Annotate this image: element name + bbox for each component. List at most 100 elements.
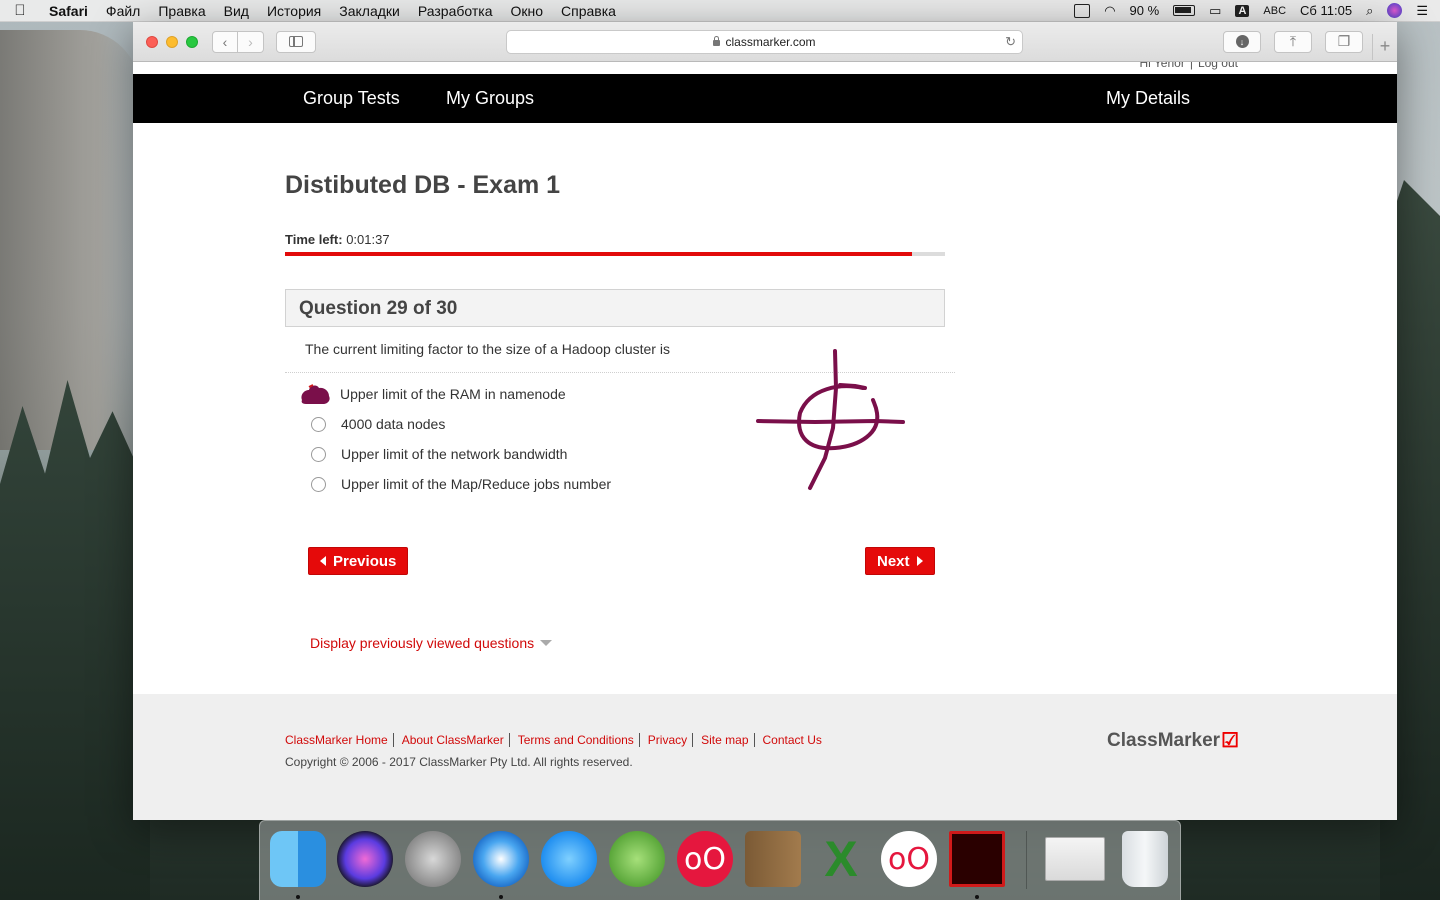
download-icon: ↓ bbox=[1235, 35, 1249, 48]
back-button[interactable]: ‹ bbox=[212, 30, 238, 53]
address-bar[interactable]: classmarker.com ↻ bbox=[506, 29, 1023, 54]
footer-link-privacy[interactable]: Privacy bbox=[648, 733, 694, 747]
spotlight-icon[interactable]: ⌕ bbox=[1366, 3, 1373, 19]
acrobat-icon[interactable] bbox=[949, 831, 1005, 887]
notification-center-icon[interactable]: ☰ bbox=[1416, 3, 1428, 19]
menu-file[interactable]: Файл bbox=[97, 3, 149, 19]
copyright: Copyright © 2006 - 2017 ClassMarker Pty … bbox=[285, 755, 633, 769]
sidebar-toggle-button[interactable] bbox=[276, 30, 316, 53]
menu-help[interactable]: Справка bbox=[552, 3, 625, 19]
running-indicator bbox=[296, 895, 300, 899]
apple-menu-icon[interactable]:  bbox=[0, 2, 40, 19]
caret-left-icon bbox=[320, 556, 326, 566]
finder-icon[interactable] bbox=[270, 831, 326, 887]
dock: oO X oO bbox=[259, 820, 1181, 900]
battery-percent[interactable]: 90 % bbox=[1130, 3, 1160, 18]
nav-group-tests[interactable]: Group Tests bbox=[303, 88, 400, 109]
downloads-button[interactable]: ↓ bbox=[1223, 30, 1261, 53]
next-label: Next bbox=[877, 552, 910, 570]
menu-bar:  Safari Файл Правка Вид История Закладк… bbox=[0, 0, 1440, 22]
user-greeting: Hi Yehor bbox=[1139, 62, 1185, 70]
footer: ClassMarker Home About ClassMarker Terms… bbox=[133, 694, 1397, 820]
crosshair-scribble bbox=[756, 349, 905, 490]
trash-icon[interactable] bbox=[1122, 831, 1168, 887]
footer-link-about[interactable]: About ClassMarker bbox=[402, 733, 510, 747]
oo-white-icon[interactable]: oO bbox=[881, 831, 937, 887]
footer-links: ClassMarker Home About ClassMarker Terms… bbox=[285, 733, 835, 747]
answer-option[interactable]: Upper limit of the RAM in namenode bbox=[299, 381, 719, 407]
logout-link[interactable]: Log out bbox=[1198, 62, 1238, 70]
time-progress-fill bbox=[285, 252, 912, 256]
footer-link-home[interactable]: ClassMarker Home bbox=[285, 733, 394, 747]
wifi-icon[interactable]: ◠ bbox=[1104, 3, 1115, 19]
menu-history[interactable]: История bbox=[258, 3, 330, 19]
share-button[interactable]: ⤒ bbox=[1274, 30, 1312, 53]
display-previous-questions-link[interactable]: Display previously viewed questions bbox=[310, 635, 553, 651]
time-left: Time left: 0:01:37 bbox=[285, 232, 390, 247]
tabs-overview-button[interactable]: ❐ bbox=[1325, 30, 1363, 53]
lock-icon bbox=[713, 35, 721, 46]
toolbar-right: ↓ ⤒ ❐ bbox=[1223, 30, 1363, 53]
nav-my-details[interactable]: My Details bbox=[1106, 88, 1190, 109]
minimize-window-button[interactable] bbox=[166, 35, 178, 48]
siri-icon[interactable] bbox=[1387, 3, 1403, 18]
question-header: Question 29 of 30 bbox=[285, 289, 945, 327]
time-left-label: Time left: bbox=[285, 232, 343, 247]
answer-option[interactable]: 4000 data nodes bbox=[299, 416, 719, 432]
oo-red-icon[interactable]: oO bbox=[677, 831, 733, 887]
messages-icon[interactable] bbox=[541, 831, 597, 887]
brand-name: ClassMarker bbox=[1107, 729, 1221, 751]
menu-window[interactable]: Окно bbox=[501, 3, 552, 19]
previous-label: Previous bbox=[333, 552, 397, 570]
answer-option[interactable]: Upper limit of the Map/Reduce jobs numbe… bbox=[299, 476, 719, 492]
selected-answer-icon[interactable] bbox=[299, 381, 331, 407]
answer-label: Upper limit of the RAM in namenode bbox=[340, 386, 566, 402]
launchpad-icon[interactable] bbox=[405, 831, 461, 887]
footer-link-sitemap[interactable]: Site map bbox=[701, 733, 755, 747]
time-progress-bar bbox=[285, 252, 945, 256]
safari-icon[interactable] bbox=[473, 831, 529, 887]
radio-button[interactable] bbox=[311, 476, 326, 492]
forward-button[interactable]: › bbox=[238, 30, 264, 53]
menu-bookmarks[interactable]: Закладки bbox=[330, 3, 409, 19]
question-text: The current limiting factor to the size … bbox=[305, 341, 670, 357]
siri-app-icon[interactable] bbox=[337, 831, 393, 887]
menu-app-name[interactable]: Safari bbox=[40, 3, 97, 19]
close-window-button[interactable] bbox=[146, 35, 158, 48]
footer-link-contact[interactable]: Contact Us bbox=[763, 733, 827, 747]
new-tab-button[interactable]: + bbox=[1372, 34, 1397, 60]
excel-icon[interactable]: X bbox=[813, 831, 869, 887]
sidebar-icon bbox=[289, 36, 303, 47]
input-source-icon[interactable]: A bbox=[1235, 4, 1250, 17]
screen-share-icon[interactable] bbox=[1074, 3, 1091, 18]
reload-icon[interactable]: ↻ bbox=[1005, 34, 1016, 50]
radio-button[interactable] bbox=[311, 446, 326, 462]
contacts-icon[interactable] bbox=[745, 831, 801, 887]
menu-develop[interactable]: Разработка bbox=[409, 3, 502, 19]
battery-icon[interactable] bbox=[1173, 5, 1196, 16]
classmarker-logo: ClassMarker ☑ bbox=[1107, 728, 1239, 753]
main-nav: Group Tests My Groups My Details bbox=[133, 74, 1397, 123]
running-indicator bbox=[975, 895, 979, 899]
url-text: classmarker.com bbox=[725, 34, 816, 49]
window-thumbnail[interactable] bbox=[1045, 837, 1105, 881]
dock-separator bbox=[1026, 831, 1027, 889]
zoom-window-button[interactable] bbox=[186, 35, 198, 48]
share-icon: ⤒ bbox=[1289, 33, 1297, 49]
answer-option[interactable]: Upper limit of the network bandwidth bbox=[299, 446, 719, 462]
menu-view[interactable]: Вид bbox=[215, 3, 258, 19]
chevron-right-icon: › bbox=[248, 33, 253, 50]
footer-link-terms[interactable]: Terms and Conditions bbox=[518, 733, 640, 747]
time-left-value: 0:01:37 bbox=[346, 232, 390, 247]
tabs-icon: ❐ bbox=[1337, 33, 1351, 49]
airplay-icon[interactable]: ▭ bbox=[1209, 3, 1221, 19]
menu-edit[interactable]: Правка bbox=[149, 3, 214, 19]
radio-button[interactable] bbox=[311, 416, 326, 432]
input-source-name[interactable]: ABC bbox=[1263, 5, 1286, 17]
android-studio-icon[interactable] bbox=[609, 831, 665, 887]
next-button[interactable]: Next bbox=[865, 547, 935, 575]
nav-my-groups[interactable]: My Groups bbox=[446, 88, 534, 109]
clock[interactable]: Сб 11:05 bbox=[1300, 3, 1352, 18]
display-previous-label: Display previously viewed questions bbox=[310, 635, 535, 651]
previous-button[interactable]: Previous bbox=[308, 547, 409, 575]
